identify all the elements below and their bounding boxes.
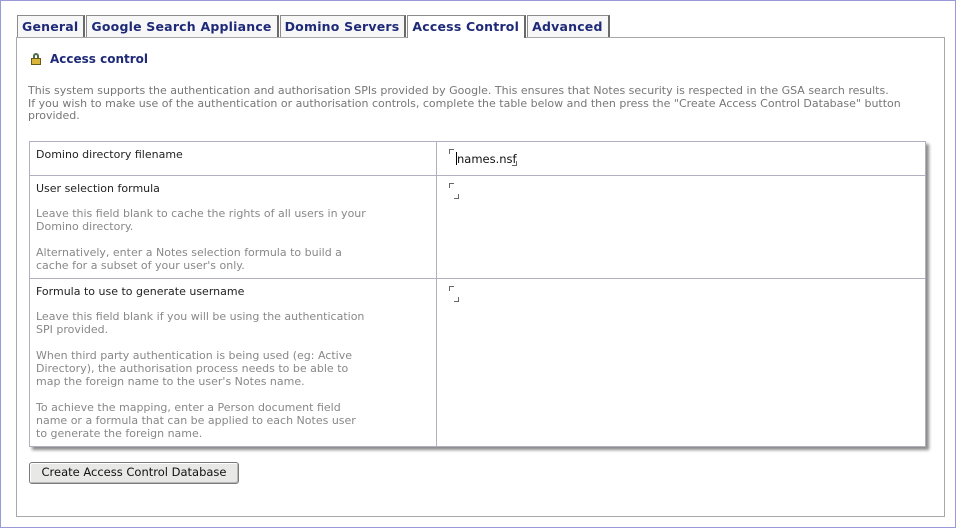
username-formula-field[interactable] — [444, 285, 919, 305]
lock-icon — [31, 53, 41, 65]
section-title: Access control — [50, 52, 149, 66]
tab-general[interactable]: General — [17, 15, 86, 37]
section-header: Access control — [31, 52, 148, 66]
user-selection-help-1: Leave this field blank to cache the righ… — [36, 207, 366, 233]
tab-access-control[interactable]: Access Control — [407, 15, 527, 38]
intro-text: This system supports the authentication … — [28, 84, 938, 123]
table-row-username-formula: Formula to use to generate username Leav… — [30, 279, 925, 447]
domino-directory-field[interactable]: names.nsf — [444, 148, 919, 168]
domino-directory-label: Domino directory filename — [36, 148, 183, 161]
access-control-panel: Access control This system supports the … — [16, 37, 945, 517]
user-selection-help-2: Alternatively, enter a Notes selection f… — [36, 246, 342, 272]
table-row-domino-directory: Domino directory filename names.nsf — [30, 142, 925, 176]
intro-line-1: This system supports the authentication … — [28, 84, 889, 97]
tab-advanced[interactable]: Advanced — [527, 15, 610, 37]
user-selection-label: User selection formula — [36, 182, 160, 195]
table-row-user-selection: User selection formula Leave this field … — [30, 176, 925, 279]
window-frame: General Google Search Appliance Domino S… — [0, 0, 956, 528]
tab-bar: General Google Search Appliance Domino S… — [17, 15, 611, 38]
settings-table: Domino directory filename names.nsf User… — [29, 141, 926, 447]
user-selection-field[interactable] — [444, 182, 919, 202]
tab-domino-servers[interactable]: Domino Servers — [279, 15, 407, 37]
username-formula-help-1: Leave this field blank if you will be us… — [36, 310, 365, 336]
domino-directory-value: names.nsf — [457, 152, 517, 166]
intro-line-2: If you wish to make use of the authentic… — [28, 96, 901, 122]
create-access-control-database-button[interactable]: Create Access Control Database — [29, 462, 239, 484]
username-formula-label: Formula to use to generate username — [36, 285, 245, 298]
username-formula-help-3: To achieve the mapping, enter a Person d… — [36, 401, 356, 440]
tab-google-search-appliance[interactable]: Google Search Appliance — [86, 15, 279, 37]
username-formula-help-2: When third party authentication is being… — [36, 349, 353, 388]
